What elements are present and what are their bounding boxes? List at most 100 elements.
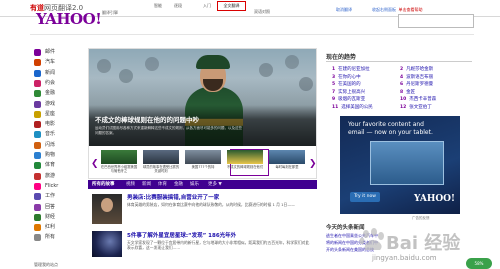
bilingual-compare-link[interactable]: 双语对照 [254,9,270,15]
nav-icon [34,234,41,242]
trending-item[interactable]: 11 选择美国的公民 [332,104,373,110]
sidebar-item[interactable]: 旅游 [34,172,82,182]
advertisement[interactable]: Your favorite content and email — now on… [340,116,460,214]
sidebar-item[interactable]: 所有 [34,233,82,243]
mode-list: 智能 逐段 入门 [150,3,220,9]
sidebar-item[interactable]: 游戏 [34,100,82,110]
tab-finance[interactable]: 金融 [174,181,183,188]
mode-paragraph[interactable]: 逐段 [174,3,182,9]
sidebar-item[interactable]: 约会 [34,79,82,89]
thumbnail-label[interactable]: 在巴西世界杯小组赛美国与葡萄牙之 [100,165,138,173]
nav-icon [34,152,41,159]
thumbnail-image[interactable] [269,150,305,164]
thumbnail-label[interactable]: 美国777个的特 [184,165,222,169]
full-translate-button[interactable]: 全文翻译 [217,1,246,11]
sidebar-item[interactable]: 财经 [34,213,82,223]
trending-item[interactable]: 7 实际上很高兴 [332,89,365,95]
manage-sites-link[interactable]: 管理我的站点 [34,262,90,269]
sidebar-item[interactable]: 红利 [34,223,82,233]
story-thumbnail[interactable] [92,231,122,257]
cancel-translation-link[interactable]: 取消翻译 [336,7,352,13]
ad-subline: email — now on your tablet. [348,129,433,136]
story-thumbnail[interactable] [92,194,122,224]
trending-rank: 12 [400,104,407,110]
thumbnail-label[interactable]: 球员的故事在遭受比赛的关键时刻 [142,165,180,173]
nav-icon [34,59,41,67]
mode-beginner[interactable]: 入门 [203,3,211,9]
sidebar-item[interactable]: 新闻 [34,69,82,79]
tab-more[interactable]: 更多 ▼ [208,181,222,188]
trending-item[interactable]: 12 张文亚伯丁 [400,104,432,110]
trending-label: 在美国的的 [338,82,361,87]
trending-item[interactable]: 3 在你的心中 [332,74,361,80]
trending-item[interactable]: 4 波斯语吉布丽 [400,74,433,80]
sidebar-item[interactable]: 邮件 [34,48,82,58]
sidebar-item-label: 所有 [45,234,56,241]
sidebar-item-label: 购物 [45,152,56,158]
trending-item[interactable]: 6 丹尼斯罗德曼 [400,81,433,87]
ad-feedback-link[interactable]: 广告的反馈 [412,216,430,221]
nav-icon [34,172,41,180]
hero-title[interactable]: 不成文的棒球规则在他的的问题中吵 [95,114,199,124]
mode-smart[interactable]: 智能 [154,3,162,9]
status-badge[interactable]: 58% [466,258,492,269]
sidebar-item[interactable]: Flickr [34,182,82,192]
sidebar-item[interactable]: 闪烁 [34,141,82,151]
story-title[interactable]: 5件事了解外星宜居星球:“发现” 186光年外 [127,231,236,239]
trending-rank: 1 [332,67,336,72]
ad-headline: Your favorite content and [348,121,424,128]
nav-icon [34,224,41,232]
trending-label: 金匠 [406,89,416,95]
trending-rank: 8 [400,89,404,95]
thumbnail-label[interactable]: 每时每刻在那里 [268,165,306,169]
trending-item[interactable]: 10 杰西卡辛普森 [400,96,436,102]
trending-item[interactable]: 1 在建的尼亚加拉 [332,66,370,72]
sidebar-item[interactable]: 星座 [34,110,82,120]
trending-label: 在你的心中 [338,74,361,80]
sidebar-item[interactable]: 回答 [34,203,82,213]
help-link[interactable]: 单击查看帮助 [399,7,423,12]
trending-label: 丹尼斯罗德曼 [406,82,434,87]
engine-label[interactable]: 翻译引擎 [102,10,118,16]
sidebar-item-label: Flickr [45,182,59,189]
sidebar-item[interactable]: 工作 [34,192,82,202]
sidebar-item-label: 电影 [45,121,56,128]
thumbnail-label[interactable]: 不成文的棒球规则在他们 [226,165,264,169]
try-it-now-button[interactable]: Try it now [350,192,380,202]
thumbnail-image[interactable] [101,150,137,164]
trending-rank: 11 [332,104,339,110]
prev-arrow-icon[interactable]: ❮ [91,159,99,169]
sidebar-item-label: 游戏 [45,100,56,107]
story-title[interactable]: 男装店:比赛服装搞错,自营业开了一家 [127,193,219,201]
hero-description: 运动员们试图用尽各种方式来重新解释这些不成文的规则，从各方面尽可能多的问题，以及… [95,126,242,135]
sidebar-item-label: 星座 [45,110,56,117]
hero-image[interactable]: 不成文的棒球规则在他的的问题中吵 运动员们试图用尽各种方式来重新解释这些不成文的… [89,49,316,146]
trending-item[interactable]: 2 凡妮莎哈金斯 [400,66,433,72]
thumbnail-image[interactable] [185,150,221,164]
tab-video[interactable]: 视频 [126,181,135,188]
sidebar-item[interactable]: 购物 [34,151,82,161]
sidebar-item[interactable]: 电影 [34,120,82,130]
sidebar-item[interactable]: 汽车 [34,58,82,68]
tab-sports[interactable]: 体育 [158,181,167,188]
trending-rank: 9 [332,97,336,102]
next-arrow-icon[interactable]: ❯ [309,159,316,169]
baidu-paw-icon [359,228,384,250]
collapse-panel-link[interactable]: 收起右侧面板 [372,7,396,12]
trending-item[interactable]: 9 吸烟的瓦斯亚 [332,96,365,102]
sidebar-item[interactable]: 音乐 [34,130,82,140]
tab-news[interactable]: 新闻 [142,181,151,188]
sidebar-item[interactable]: 体育 [34,161,82,171]
tab-entertainment[interactable]: 娱乐 [190,181,199,188]
thumbnail-image[interactable] [143,150,179,164]
thumbnail-image[interactable] [227,150,263,164]
sidebar-item[interactable]: 金融 [34,89,82,99]
thumbnail-strip: ❮ ❯ 在巴西世界杯小组赛美国与葡萄牙之 球员的故事在遭受比赛的关键时刻 美国777… [89,148,316,178]
search-input[interactable] [398,14,474,28]
sidebar-item-label: 约会 [45,79,56,86]
tab-all-stories[interactable]: 所有的故事 [92,181,115,188]
trending-item[interactable]: 5 在美国的的 [332,81,361,87]
trending-item[interactable]: 8 金匠 [400,89,415,95]
yahoo-logo[interactable]: YAHOO! [36,10,102,28]
story-description: 体育英雄的男装店，如何在体育比赛中向他的球队致敬的，从的时候，比赛进行的时候 1… [127,202,295,207]
